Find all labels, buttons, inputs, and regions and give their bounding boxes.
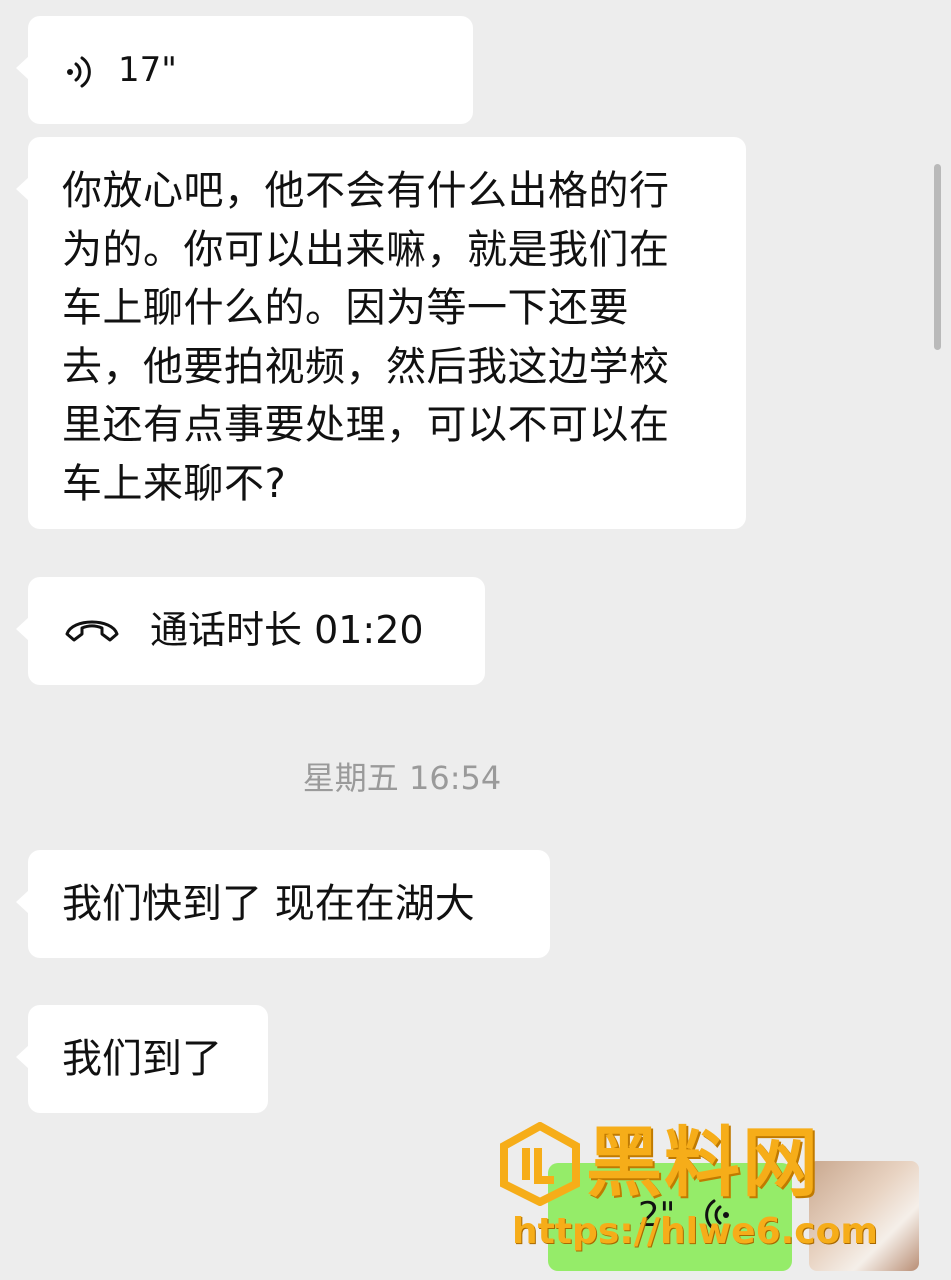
text-message-body: 我们快到了 现在在湖大 [62, 881, 475, 927]
watermark: 黑料网 https://hlwe6.com [498, 1118, 898, 1260]
chat-timestamp: 星期五 16:54 [302, 759, 502, 797]
watermark-logo-icon [500, 1122, 580, 1206]
voice-duration: 17" [118, 50, 177, 90]
scrollbar[interactable] [934, 164, 941, 350]
watermark-url: https://hlwe6.com [512, 1211, 878, 1252]
text-line: 车上聊什么的。因为等一下还要 [62, 285, 629, 331]
phone-hangup-icon [65, 620, 119, 642]
watermark-title: 黑料网 [586, 1118, 820, 1207]
text-line: 去，他要拍视频，然后我这边学校 [62, 343, 670, 390]
text-message-body: 你放心吧，他不会有什么出格的行 为的。你可以出来嘛，就是我们在 车上聊什么的。因… [62, 162, 722, 513]
voice-wave-icon [67, 56, 91, 88]
text-message-body: 我们到了 [62, 1036, 222, 1082]
text-line: 为的。你可以出来嘛，就是我们在 [62, 226, 670, 273]
text-line: 里还有点事要处理，可以不可以在 [62, 402, 670, 448]
call-duration-label: 通话时长 01:20 [150, 608, 424, 652]
text-line: 车上来聊不? [62, 460, 287, 507]
text-line: 你放心吧，他不会有什么出格的行 [62, 168, 670, 214]
